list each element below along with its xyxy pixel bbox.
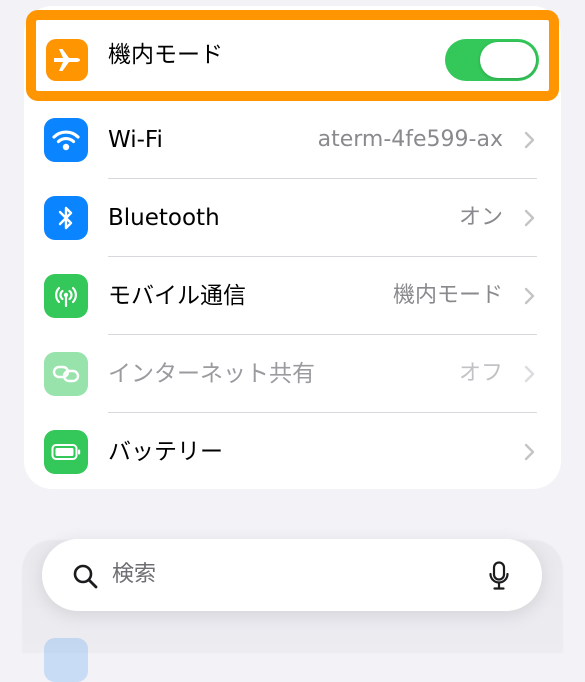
chevron-right-icon xyxy=(524,443,535,461)
chevron-right-icon xyxy=(524,209,535,227)
chevron-right-icon xyxy=(524,131,535,149)
chevron-right-icon xyxy=(524,365,535,383)
toggle-knob xyxy=(480,42,536,78)
mobile-data-label: モバイル通信 xyxy=(108,283,246,309)
wifi-row[interactable]: Wi-Fi aterm-4fe599-ax xyxy=(24,101,561,179)
bluetooth-label: Bluetooth xyxy=(108,205,220,231)
wifi-label: Wi-Fi xyxy=(108,127,163,153)
battery-label: バッテリー xyxy=(108,439,223,465)
hotspot-link-icon xyxy=(44,352,88,396)
antenna-icon xyxy=(44,274,88,318)
airplane-icon xyxy=(46,39,88,81)
personal-hotspot-row[interactable]: インターネット共有 オフ xyxy=(24,335,561,413)
battery-row[interactable]: バッテリー xyxy=(24,413,561,489)
bluetooth-row[interactable]: Bluetooth オン xyxy=(24,179,561,257)
battery-icon xyxy=(44,430,88,474)
ghost-icon xyxy=(44,638,88,682)
mobile-data-row[interactable]: モバイル通信 機内モード xyxy=(24,257,561,335)
airplane-mode-toggle[interactable] xyxy=(445,39,539,81)
bluetooth-status-value: オン xyxy=(458,205,503,230)
chevron-right-icon xyxy=(524,287,535,305)
scrolled-content-ghost xyxy=(44,634,544,682)
wifi-icon xyxy=(44,118,88,162)
bluetooth-icon xyxy=(44,196,88,240)
personal-hotspot-label: インターネット共有 xyxy=(108,361,315,387)
airplane-mode-row[interactable]: 機内モード xyxy=(26,10,559,101)
personal-hotspot-status-value: オフ xyxy=(458,361,503,386)
mobile-data-status-value: 機内モード xyxy=(392,283,503,308)
search-field[interactable]: 検索 xyxy=(42,539,542,611)
airplane-mode-label: 機内モード xyxy=(108,42,223,68)
search-icon xyxy=(73,564,98,589)
microphone-icon[interactable] xyxy=(488,561,510,591)
search-placeholder: 検索 xyxy=(112,562,157,587)
wifi-network-value: aterm-4fe599-ax xyxy=(317,127,503,152)
